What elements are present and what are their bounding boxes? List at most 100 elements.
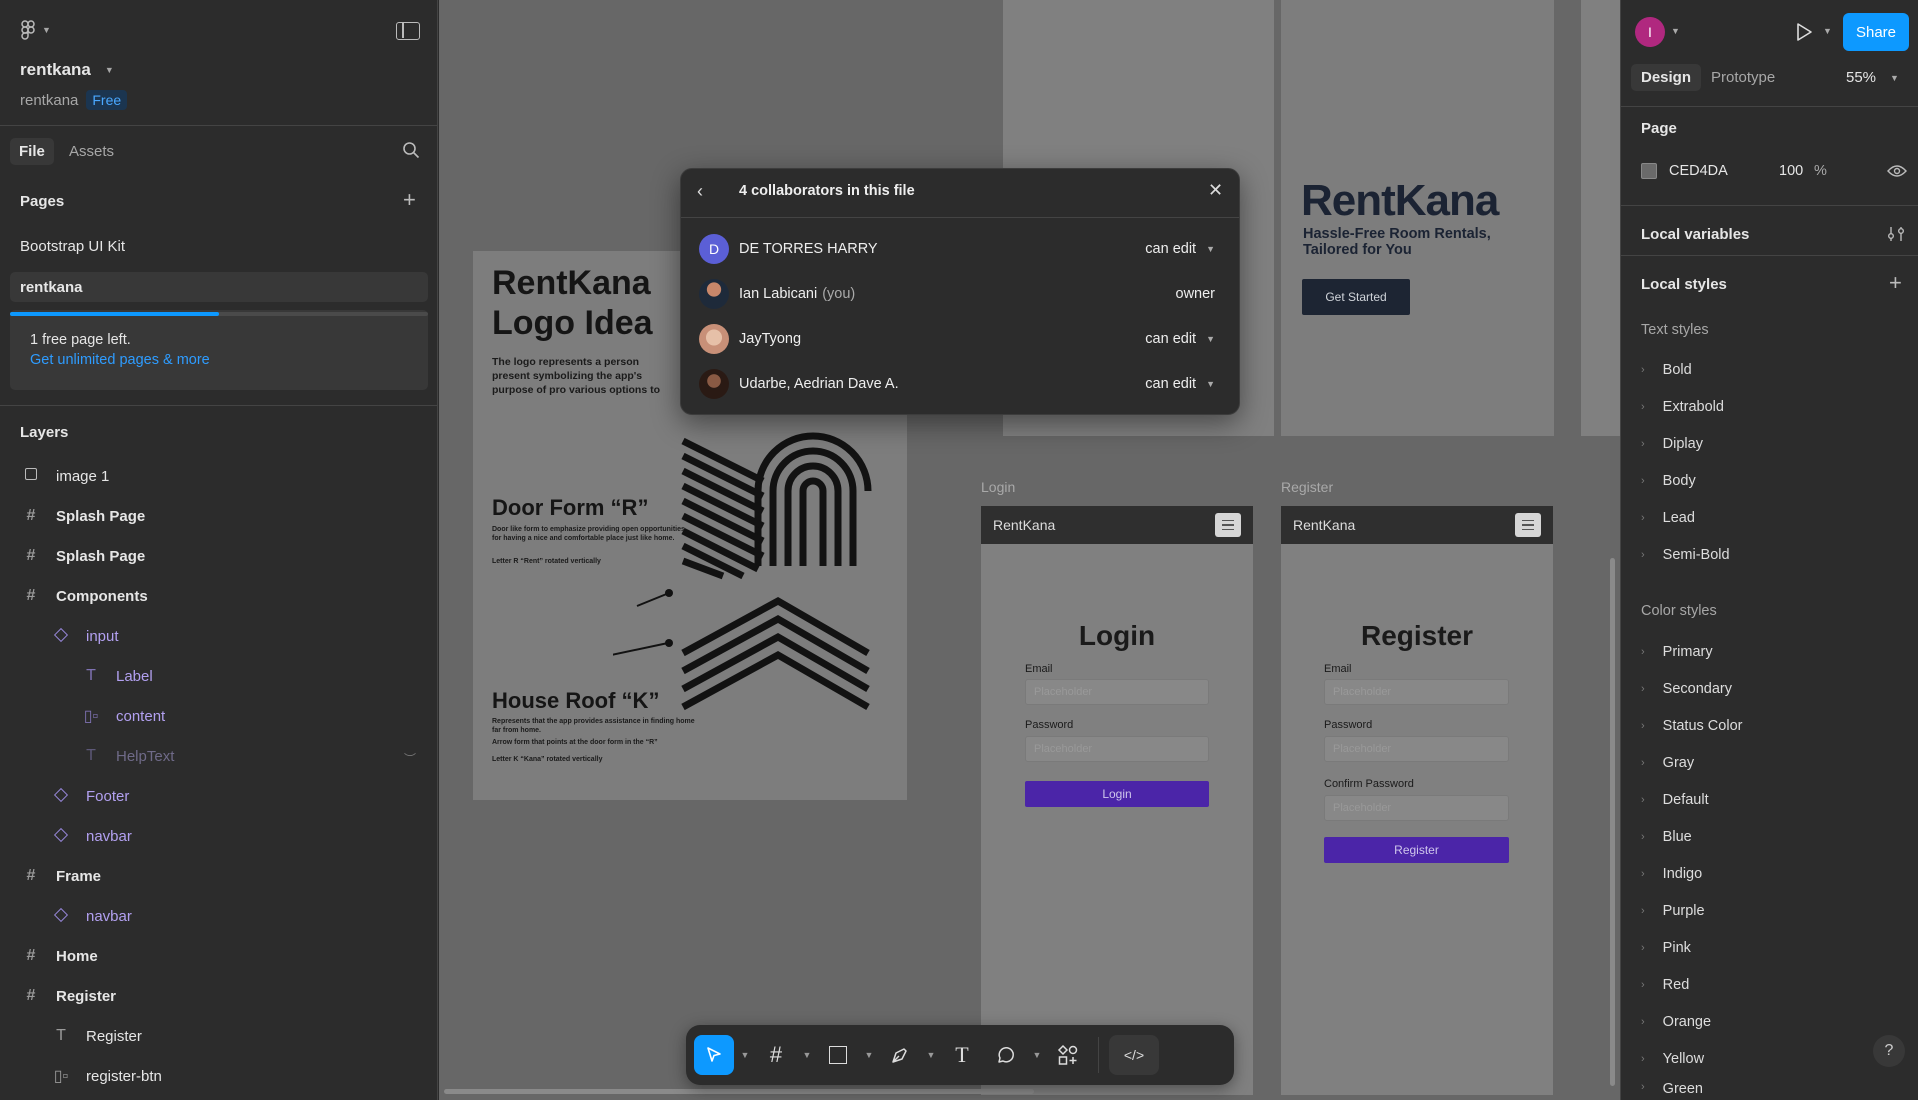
color-style-item[interactable]: › Red [1641, 970, 1689, 1000]
color-style-item[interactable]: › Gray [1641, 748, 1694, 778]
main-menu-button[interactable]: ▼ [20, 20, 51, 40]
page-opacity-input[interactable]: 100 [1779, 163, 1803, 179]
color-style-item[interactable]: › Purple [1641, 896, 1705, 926]
email-field[interactable]: Placeholder [1324, 679, 1509, 705]
frame-name-register[interactable]: Register [1281, 479, 1333, 495]
login-button[interactable]: Login [1025, 781, 1209, 807]
layer-item[interactable]: # Splash Page [20, 497, 146, 535]
confirm-password-field[interactable]: Placeholder [1324, 795, 1509, 821]
layer-item[interactable]: T Register [50, 1017, 142, 1055]
chevron-down-icon[interactable]: ▼ [862, 1050, 876, 1060]
layer-item[interactable]: navbar [50, 897, 132, 935]
upgrade-link[interactable]: Get unlimited pages & more [30, 352, 210, 368]
resources-tool[interactable] [1048, 1035, 1088, 1075]
back-arrow-icon[interactable]: ‹ [697, 181, 703, 202]
tab-file[interactable]: File [10, 138, 54, 165]
eye-icon[interactable] [1887, 164, 1907, 178]
layer-item[interactable]: Footer [50, 777, 129, 815]
password-field[interactable]: Placeholder [1324, 736, 1509, 762]
dev-mode-toggle[interactable]: </> [1109, 1035, 1159, 1075]
chevron-down-icon[interactable]: ▼ [1030, 1050, 1044, 1060]
frame-name-login[interactable]: Login [981, 479, 1015, 495]
layer-item-hidden[interactable]: T HelpText [80, 737, 174, 775]
user-avatar[interactable]: I [1635, 17, 1665, 47]
local-variables-title[interactable]: Local variables [1641, 226, 1749, 243]
chevron-down-icon[interactable]: ▼ [1671, 26, 1680, 36]
team-name[interactable]: rentkana [20, 92, 78, 109]
close-icon[interactable]: ✕ [1208, 180, 1223, 201]
login-frame[interactable]: RentKana Login Email Placeholder Passwor… [981, 506, 1253, 1095]
move-tool[interactable] [694, 1035, 734, 1075]
page-color-hex[interactable]: CED4DA [1669, 163, 1728, 179]
color-style-item[interactable]: › Primary [1641, 637, 1713, 667]
email-field[interactable]: Placeholder [1025, 679, 1209, 705]
register-frame[interactable]: RentKana Register Email Placeholder Pass… [1281, 506, 1553, 1095]
text-style-item[interactable]: › Semi-Bold [1641, 540, 1730, 570]
role-dropdown[interactable]: can edit ▼ [1145, 376, 1215, 392]
add-style-icon[interactable]: + [1889, 270, 1902, 296]
chevron-down-icon[interactable]: ▼ [924, 1050, 938, 1060]
layer-item[interactable]: image 1 [20, 457, 109, 495]
chevron-down-icon[interactable]: ▼ [800, 1050, 814, 1060]
page-color-swatch[interactable] [1641, 163, 1657, 179]
color-style-item[interactable]: › Pink [1641, 933, 1691, 963]
vertical-scrollbar[interactable] [1610, 558, 1615, 1086]
text-style-item[interactable]: › Bold [1641, 355, 1692, 385]
hidden-eye-icon[interactable]: ︶ [404, 750, 416, 767]
color-style-item[interactable]: › Green [1641, 1081, 1703, 1100]
variables-settings-icon[interactable] [1886, 226, 1906, 242]
color-style-item[interactable]: › Yellow [1641, 1044, 1704, 1074]
text-tool[interactable]: T [942, 1035, 982, 1075]
layer-item[interactable]: input [50, 617, 119, 655]
color-style-item[interactable]: › Indigo [1641, 859, 1702, 889]
search-icon[interactable] [402, 141, 420, 159]
help-button[interactable]: ? [1873, 1035, 1905, 1067]
text-style-item[interactable]: › Diplay [1641, 429, 1703, 459]
share-button[interactable]: Share [1843, 13, 1909, 51]
text-style-item[interactable]: › Extrabold [1641, 392, 1724, 422]
tab-assets[interactable]: Assets [69, 143, 114, 160]
page-item-selected[interactable]: rentkana [10, 272, 428, 302]
color-style-item[interactable]: › Secondary [1641, 674, 1732, 704]
frame-tool[interactable]: # [756, 1035, 796, 1075]
present-icon[interactable] [1795, 22, 1813, 42]
text-style-item[interactable]: › Body [1641, 466, 1696, 496]
hamburger-menu-icon[interactable] [1215, 513, 1241, 537]
tab-prototype[interactable]: Prototype [1711, 69, 1775, 86]
add-page-icon[interactable]: + [403, 189, 416, 211]
home-hero-frame[interactable]: RentKana Hassle-Free Room Rentals, Tailo… [1281, 0, 1554, 436]
color-style-item[interactable]: › Status Color [1641, 711, 1742, 741]
color-style-item[interactable]: › Blue [1641, 822, 1692, 852]
role-dropdown[interactable]: can edit ▼ [1145, 241, 1215, 257]
layer-item[interactable]: ▯▫ register-btn [50, 1057, 162, 1095]
layer-item[interactable]: T Label [80, 657, 153, 695]
page-item[interactable]: Bootstrap UI Kit [20, 238, 125, 255]
chevron-down-icon[interactable]: ▼ [738, 1050, 752, 1060]
layer-item[interactable]: navbar [50, 817, 132, 855]
comment-tool[interactable] [986, 1035, 1026, 1075]
zoom-dropdown[interactable]: 55% ▼ [1846, 69, 1899, 86]
design-canvas[interactable]: RentKana Logo Idea The logo represents a… [439, 0, 1620, 1100]
layer-item[interactable]: # Components [20, 577, 148, 615]
tab-design[interactable]: Design [1631, 64, 1702, 91]
horizontal-scrollbar[interactable] [444, 1089, 1034, 1094]
color-style-item[interactable]: › Orange [1641, 1007, 1711, 1037]
partial-frame[interactable] [1581, 0, 1620, 436]
layer-item[interactable]: # Register [20, 977, 116, 1015]
shape-tool[interactable] [818, 1035, 858, 1075]
pen-tool[interactable] [880, 1035, 920, 1075]
password-field[interactable]: Placeholder [1025, 736, 1209, 762]
hamburger-menu-icon[interactable] [1515, 513, 1541, 537]
layer-item[interactable]: ▯▫ content [80, 697, 165, 735]
get-started-button[interactable]: Get Started [1302, 279, 1410, 315]
layer-item[interactable]: # Splash Page [20, 537, 146, 575]
text-style-item[interactable]: › Lead [1641, 503, 1695, 533]
toggle-sidebar-icon[interactable] [396, 22, 420, 40]
layer-item[interactable]: # Home [20, 937, 98, 975]
chevron-down-icon[interactable]: ▼ [1823, 26, 1832, 36]
role-dropdown[interactable]: can edit ▼ [1145, 331, 1215, 347]
project-name[interactable]: rentkana ▼ [20, 60, 114, 80]
register-button[interactable]: Register [1324, 837, 1509, 863]
color-style-item[interactable]: › Default [1641, 785, 1709, 815]
layer-item[interactable]: # Frame [20, 857, 101, 895]
